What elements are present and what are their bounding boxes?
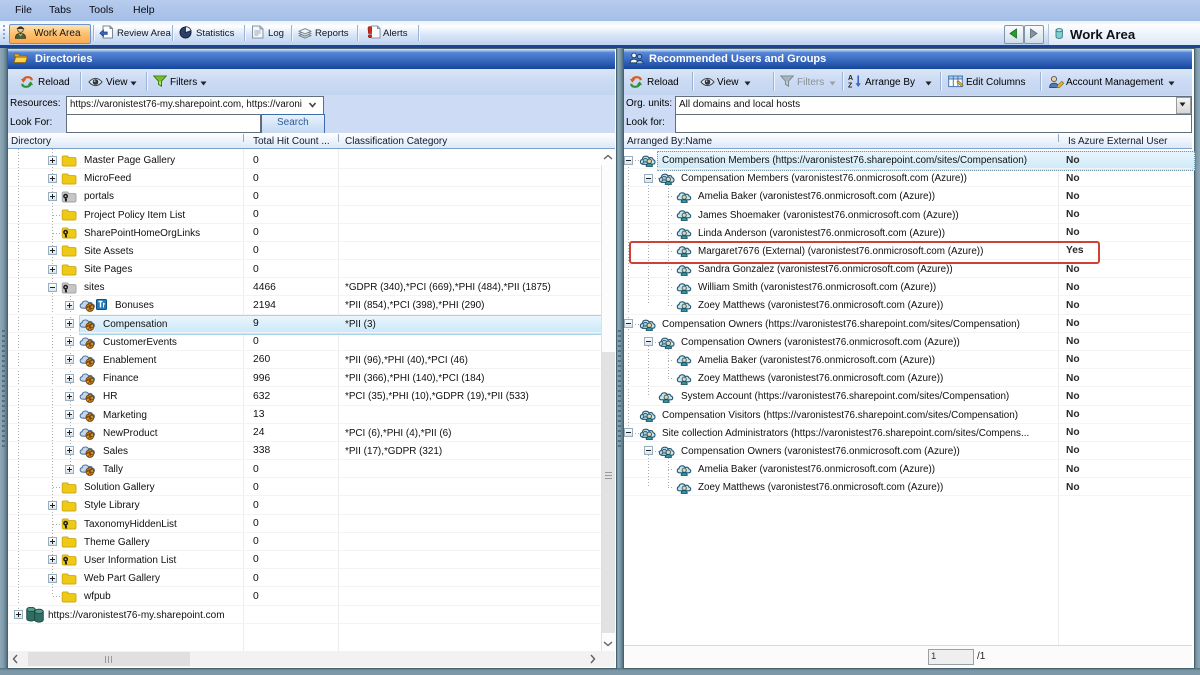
svg-text:Z: Z	[848, 83, 853, 88]
svg-text:A: A	[848, 75, 853, 82]
